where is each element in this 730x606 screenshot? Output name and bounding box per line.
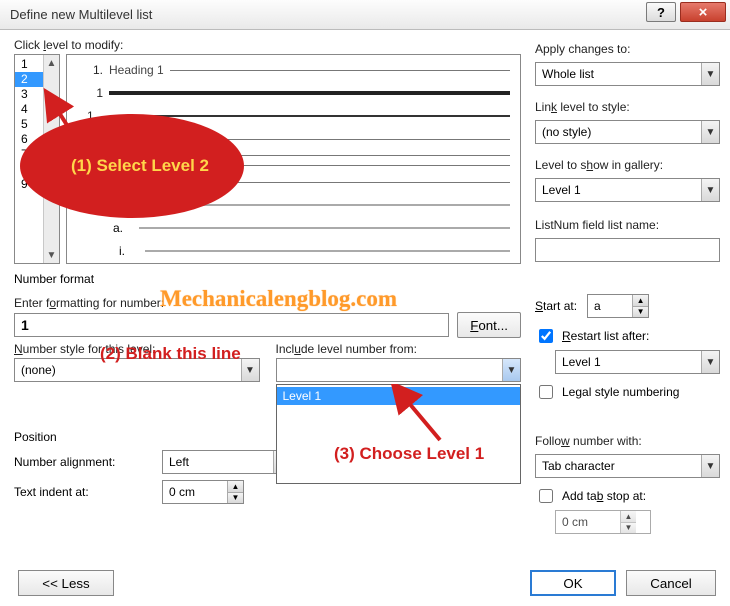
restart-checkbox[interactable] bbox=[539, 329, 553, 343]
scroll-up-icon[interactable]: ▲ bbox=[44, 55, 59, 71]
number-alignment-combo[interactable]: Left ▼ bbox=[162, 450, 292, 474]
annotation-2-text: (2) Blank this line bbox=[100, 344, 241, 364]
add-tab-checkbox[interactable] bbox=[539, 489, 553, 503]
start-at-stepper[interactable]: ▲▼ bbox=[587, 294, 649, 318]
close-icon: × bbox=[699, 4, 708, 21]
text-indent-stepper[interactable]: ▲▼ bbox=[162, 480, 244, 504]
show-gallery-combo[interactable]: Level 1▼ bbox=[535, 178, 720, 202]
annotation-1-text: (1) Select Level 2 bbox=[71, 156, 209, 176]
link-level-combo[interactable]: (no style)▼ bbox=[535, 120, 720, 144]
legal-label: Legal style numbering bbox=[562, 385, 679, 399]
less-button[interactable]: << Less bbox=[18, 570, 114, 596]
add-tab-input[interactable] bbox=[556, 511, 620, 533]
step-up-icon[interactable]: ▲ bbox=[633, 295, 648, 307]
chevron-down-icon[interactable]: ▼ bbox=[502, 359, 520, 381]
apply-changes-label: Apply changes to: bbox=[535, 42, 720, 56]
cancel-button[interactable]: Cancel bbox=[626, 570, 716, 596]
text-indent-input[interactable] bbox=[163, 481, 227, 503]
listnum-label: ListNum field list name: bbox=[535, 218, 720, 232]
chevron-down-icon[interactable]: ▼ bbox=[701, 121, 719, 143]
annotation-watermark: Mechanicalengblog.com bbox=[160, 286, 397, 312]
add-tab-label: Add tab stop at: bbox=[562, 489, 646, 503]
scroll-down-icon[interactable]: ▼ bbox=[44, 247, 59, 263]
follow-number-label: Follow number with: bbox=[535, 434, 720, 448]
help-button[interactable]: ? bbox=[646, 2, 676, 22]
help-icon: ? bbox=[657, 5, 665, 20]
number-alignment-label: Number alignment: bbox=[14, 455, 154, 469]
title-bar: Define new Multilevel list ? × bbox=[0, 0, 730, 30]
include-level-label: Include level number from: bbox=[276, 342, 522, 356]
font-button[interactable]: Font... bbox=[457, 312, 521, 338]
restart-after-combo[interactable]: Level 1▼ bbox=[555, 350, 720, 374]
level-item[interactable]: 5 bbox=[15, 117, 43, 132]
follow-number-combo[interactable]: Tab character▼ bbox=[535, 454, 720, 478]
level-item[interactable]: 4 bbox=[15, 102, 43, 117]
level-item[interactable]: 1 bbox=[15, 57, 43, 72]
close-button[interactable]: × bbox=[680, 2, 726, 22]
level-item-selected[interactable]: 2 bbox=[15, 72, 43, 87]
include-level-combo[interactable]: ▼ bbox=[276, 358, 522, 382]
chevron-down-icon[interactable]: ▼ bbox=[701, 179, 719, 201]
chevron-down-icon[interactable]: ▼ bbox=[701, 63, 719, 85]
start-at-label: Start at: bbox=[535, 299, 577, 313]
listnum-input[interactable] bbox=[535, 238, 720, 262]
step-down-icon[interactable]: ▼ bbox=[228, 493, 243, 504]
number-format-label: Number format bbox=[14, 272, 521, 286]
chevron-down-icon[interactable]: ▼ bbox=[241, 359, 259, 381]
number-format-input[interactable] bbox=[14, 313, 449, 337]
step-down-icon[interactable]: ▼ bbox=[621, 523, 636, 534]
position-label: Position bbox=[14, 430, 57, 444]
step-up-icon[interactable]: ▲ bbox=[621, 511, 636, 523]
step-up-icon[interactable]: ▲ bbox=[228, 481, 243, 493]
dialog-title: Define new Multilevel list bbox=[10, 7, 152, 22]
annotation-arrow-icon bbox=[390, 384, 450, 451]
step-down-icon[interactable]: ▼ bbox=[633, 307, 648, 318]
start-at-input[interactable] bbox=[588, 295, 632, 317]
click-level-label: Click level to modify: bbox=[14, 38, 521, 52]
level-item[interactable]: 3 bbox=[15, 87, 43, 102]
link-level-label: Link level to style: bbox=[535, 100, 720, 114]
annotation-arrow-icon bbox=[48, 94, 78, 137]
chevron-down-icon[interactable]: ▼ bbox=[701, 455, 719, 477]
ok-button[interactable]: OK bbox=[530, 570, 616, 596]
show-gallery-label: Level to show in gallery: bbox=[535, 158, 720, 172]
add-tab-stepper[interactable]: ▲▼ bbox=[555, 510, 651, 534]
text-indent-label: Text indent at: bbox=[14, 485, 154, 499]
legal-checkbox[interactable] bbox=[539, 385, 553, 399]
chevron-down-icon[interactable]: ▼ bbox=[701, 351, 719, 373]
restart-label: Restart list after: bbox=[562, 329, 649, 343]
apply-changes-combo[interactable]: Whole list▼ bbox=[535, 62, 720, 86]
